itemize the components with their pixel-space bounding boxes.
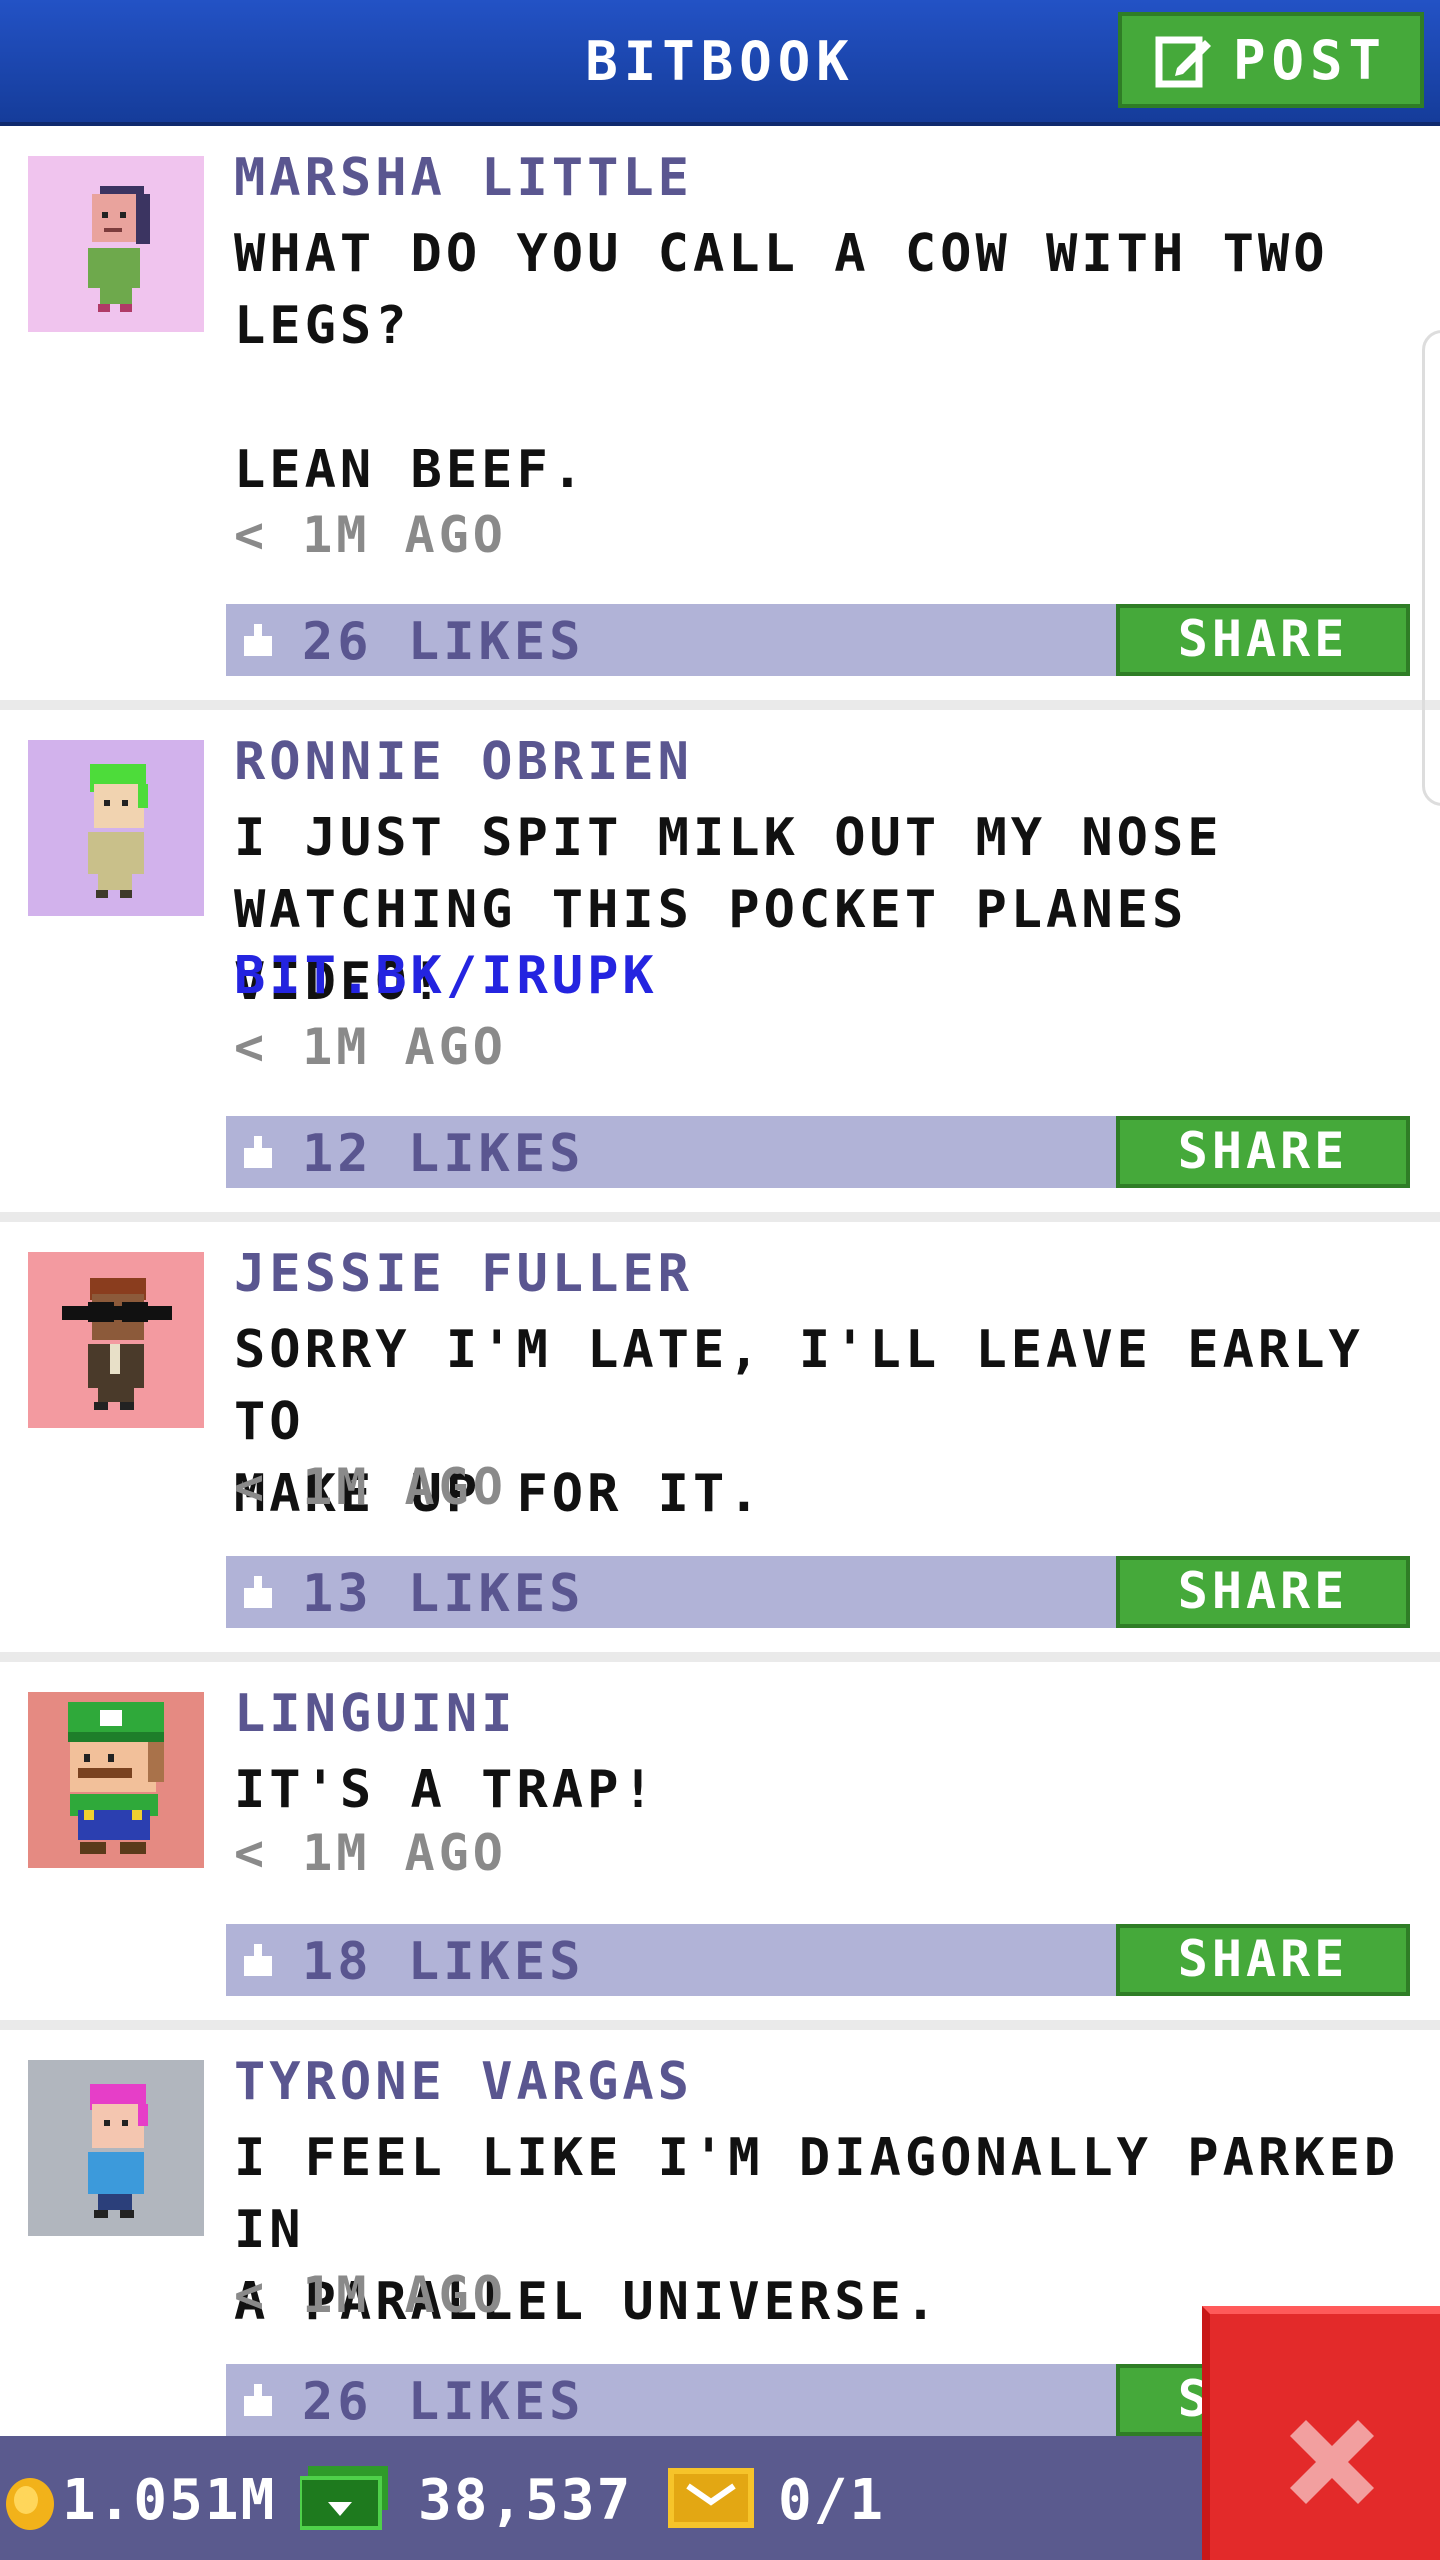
like-bar: 12 LIKES SHARE xyxy=(226,1116,1410,1188)
post-item: RONNIE OBRIEN I JUST SPIT MILK OUT MY NO… xyxy=(0,710,1440,1222)
avatar-image xyxy=(28,740,204,916)
post-item: LINGUINI IT'S A TRAP! < 1M AGO 18 LIKES … xyxy=(0,1662,1440,2030)
avatar[interactable] xyxy=(28,1692,204,1868)
avatar-image xyxy=(28,2060,204,2236)
post-button[interactable]: POST xyxy=(1118,12,1424,108)
avatar-image xyxy=(28,1692,204,1868)
post-button-label: POST xyxy=(1232,28,1388,92)
avatar[interactable] xyxy=(28,156,204,332)
like-bar: 18 LIKES SHARE xyxy=(226,1924,1410,1996)
post-author[interactable]: TYRONE VARGAS xyxy=(234,2052,693,2112)
post-time: < 1M AGO xyxy=(234,2266,507,2324)
bux-value: 38,537 xyxy=(418,2468,633,2533)
thumbs-up-icon[interactable] xyxy=(240,1942,276,1978)
post-time: < 1M AGO xyxy=(234,1018,507,1076)
feed: MARSHA LITTLE WHAT DO YOU CALL A COW WIT… xyxy=(0,126,1440,2470)
coins-value: 1.051M xyxy=(62,2468,277,2533)
thumbs-up-icon[interactable] xyxy=(240,2382,276,2418)
edit-icon xyxy=(1155,36,1211,88)
like-bar: 26 LIKES SHARE xyxy=(226,604,1410,676)
top-bar: BITBOOK POST xyxy=(0,0,1440,126)
post-time: < 1M AGO xyxy=(234,506,507,564)
thumbs-up-icon[interactable] xyxy=(240,1574,276,1610)
bux-icon xyxy=(300,2466,388,2530)
likes-count: 26 LIKES xyxy=(302,612,585,672)
share-button[interactable]: SHARE xyxy=(1116,1924,1410,1996)
likes-count: 18 LIKES xyxy=(302,1932,585,1992)
post-message: WHAT DO YOU CALL A COW WITH TWO LEGS? LE… xyxy=(234,224,1329,500)
scrollbar[interactable] xyxy=(1422,330,1440,806)
close-button[interactable] xyxy=(1202,2306,1440,2560)
post-item: JESSIE FULLER SORRY I'M LATE, I'LL LEAVE… xyxy=(0,1222,1440,1662)
post-author[interactable]: LINGUINI xyxy=(234,1684,516,1744)
likes-count: 26 LIKES xyxy=(302,2372,585,2432)
share-button[interactable]: SHARE xyxy=(1116,1556,1410,1628)
ticket-icon xyxy=(668,2468,754,2528)
share-button[interactable]: SHARE xyxy=(1116,604,1410,676)
close-icon xyxy=(1290,2420,1374,2504)
thumbs-up-icon[interactable] xyxy=(240,1134,276,1170)
thumbs-up-icon[interactable] xyxy=(240,622,276,658)
post-author[interactable]: RONNIE OBRIEN xyxy=(234,732,693,792)
post-time: < 1M AGO xyxy=(234,1824,507,1882)
post-author[interactable]: JESSIE FULLER xyxy=(234,1244,693,1304)
post-message: IT'S A TRAP! xyxy=(234,1760,658,1820)
likes-count: 12 LIKES xyxy=(302,1124,585,1184)
post-item: MARSHA LITTLE WHAT DO YOU CALL A COW WIT… xyxy=(0,126,1440,710)
post-time: < 1M AGO xyxy=(234,1458,507,1516)
share-button[interactable]: SHARE xyxy=(1116,1116,1410,1188)
avatar[interactable] xyxy=(28,740,204,916)
likes-count: 13 LIKES xyxy=(302,1564,585,1624)
avatar-image xyxy=(28,156,204,332)
post-link[interactable]: BIT.BK/IRUPK xyxy=(234,946,658,1006)
post-author[interactable]: MARSHA LITTLE xyxy=(234,148,693,208)
avatar[interactable] xyxy=(28,2060,204,2236)
tickets-value: 0/1 xyxy=(778,2468,886,2533)
avatar[interactable] xyxy=(28,1252,204,1428)
avatar-image xyxy=(28,1252,204,1428)
coin-icon xyxy=(6,2478,54,2530)
like-bar: 13 LIKES SHARE xyxy=(226,1556,1410,1628)
